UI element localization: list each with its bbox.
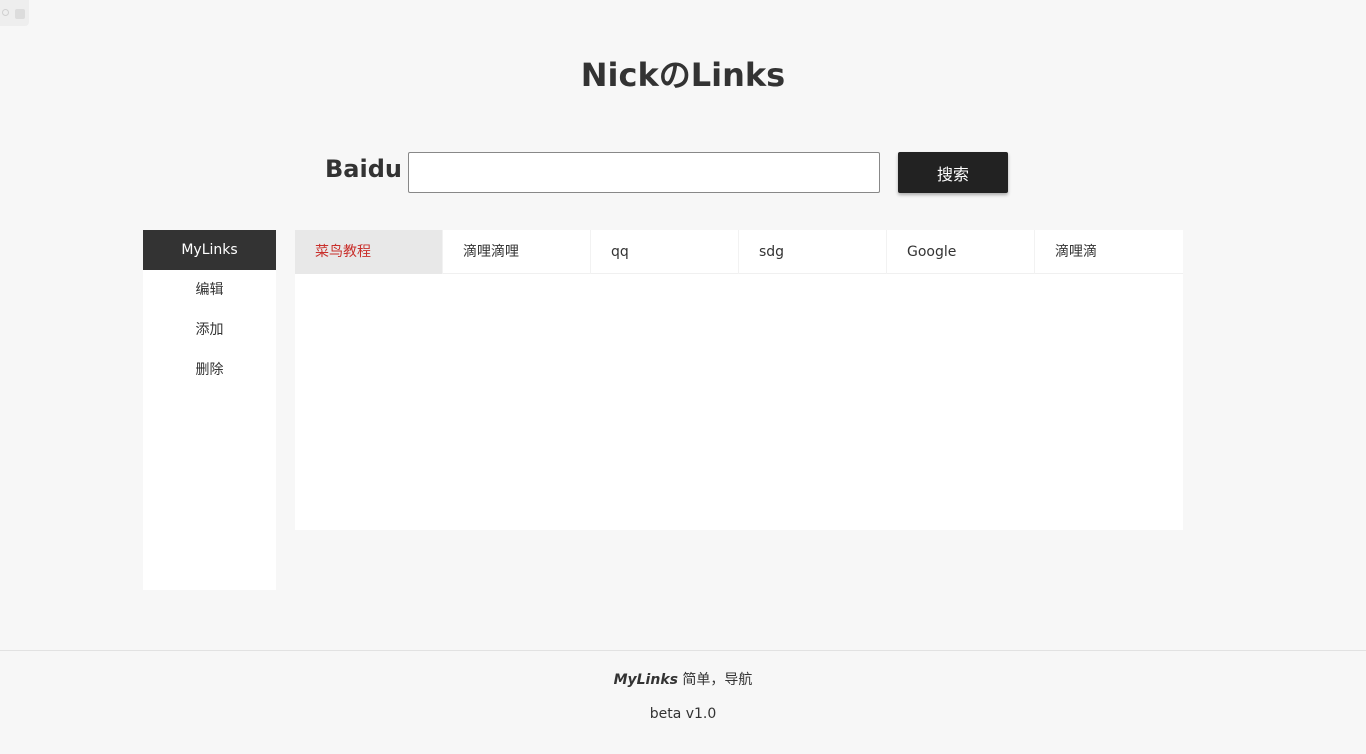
footer-version: beta v1.0	[649, 706, 717, 722]
footer-tagline-text: 简单，导航	[677, 672, 753, 688]
tab-link[interactable]: sdg	[739, 230, 887, 274]
tab-link[interactable]: 滴哩滴哩	[443, 230, 591, 274]
footer: MyLinks 简单，导航 beta v1.0	[0, 650, 1366, 754]
square-icon[interactable]	[15, 9, 25, 19]
footer-tagline: MyLinks 简单，导航	[0, 669, 1366, 689]
tab-link[interactable]: qq	[591, 230, 739, 274]
sidebar-item-mylinks[interactable]: MyLinks	[143, 230, 276, 270]
search-button[interactable]: 搜索	[898, 152, 1008, 193]
search-input[interactable]	[408, 152, 880, 193]
tab-link[interactable]: Google	[887, 230, 1035, 274]
search-bar: Baidu 搜索	[0, 152, 1366, 193]
links-panel: 菜鸟教程 滴哩滴哩 qq sdg Google 滴哩滴	[295, 230, 1183, 530]
footer-brand: MyLinks	[613, 672, 678, 688]
sidebar: MyLinks 编辑 添加 删除	[143, 230, 276, 590]
tab-link[interactable]: 菜鸟教程	[295, 230, 443, 274]
link-tabs: 菜鸟教程 滴哩滴哩 qq sdg Google 滴哩滴	[295, 230, 1183, 274]
tab-link[interactable]: 滴哩滴	[1035, 230, 1183, 274]
sidebar-item-delete[interactable]: 删除	[143, 350, 276, 390]
corner-toolbar-widget[interactable]	[0, 0, 29, 26]
search-engine-label[interactable]: Baidu	[325, 155, 402, 183]
sidebar-item-edit[interactable]: 编辑	[143, 270, 276, 310]
page-title: NickのLinks	[580, 56, 786, 94]
settings-icon[interactable]	[2, 9, 9, 16]
sidebar-item-add[interactable]: 添加	[143, 310, 276, 350]
